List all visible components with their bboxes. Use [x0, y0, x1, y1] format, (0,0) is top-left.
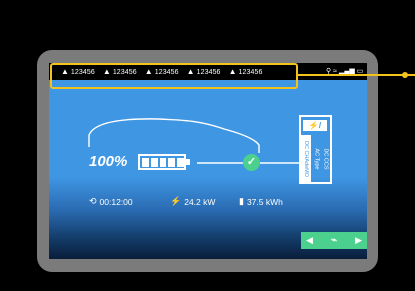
charge-percent: 100% [89, 153, 128, 170]
car-outline [88, 118, 260, 153]
battery-cell [142, 157, 149, 167]
connector-dc-ccs[interactable]: DC CCS [321, 135, 331, 183]
battery-cell [177, 157, 184, 167]
callout-line [298, 74, 415, 76]
battery-cell [168, 157, 176, 167]
next-arrow-icon[interactable]: ▶ [355, 235, 362, 246]
prev-arrow-icon[interactable]: ◀ [306, 235, 313, 246]
charger-screen: ▲ 123456 ▲ 123456 ▲ 123456 ▲ 123456 ▲ 12… [49, 63, 367, 259]
time-value: 00:12:00 [99, 196, 133, 207]
connector-label: DC CHAdeMO [303, 140, 309, 178]
delivered-energy: ▮ 37.5 kWh [239, 196, 283, 207]
status-bar-highlight [50, 63, 298, 89]
connector-nav-bar: ◀ ⌁ ▶ [301, 232, 367, 249]
battery-energy-icon: ▮ [239, 196, 244, 206]
timer-icon: ⟲ [89, 196, 97, 206]
plug-icon[interactable]: ⌁ [331, 235, 337, 246]
connector-label: AC Type [313, 148, 319, 170]
connector-ac-type[interactable]: AC Type [311, 135, 321, 183]
lightning-icon: ⚡ [170, 196, 182, 206]
check-icon: ✓ [243, 154, 260, 171]
battery-cell [159, 157, 167, 167]
callout-dot [402, 72, 408, 78]
elapsed-time: ⟲ 00:12:00 [89, 196, 133, 207]
battery-tip [186, 159, 190, 165]
battery-cell [150, 157, 158, 167]
battery-body [138, 154, 186, 170]
power-value: 24.2 kW [184, 196, 216, 207]
energy-value: 37.5 kWh [246, 196, 283, 207]
connector-dc-chademo[interactable]: DC CHAdeMO [301, 135, 311, 183]
charger-badge: ⚡/ [303, 120, 327, 131]
charging-power: ⚡ 24.2 kW [170, 196, 215, 207]
connector-label: DC CCS [323, 148, 329, 170]
battery-icon [138, 154, 192, 170]
